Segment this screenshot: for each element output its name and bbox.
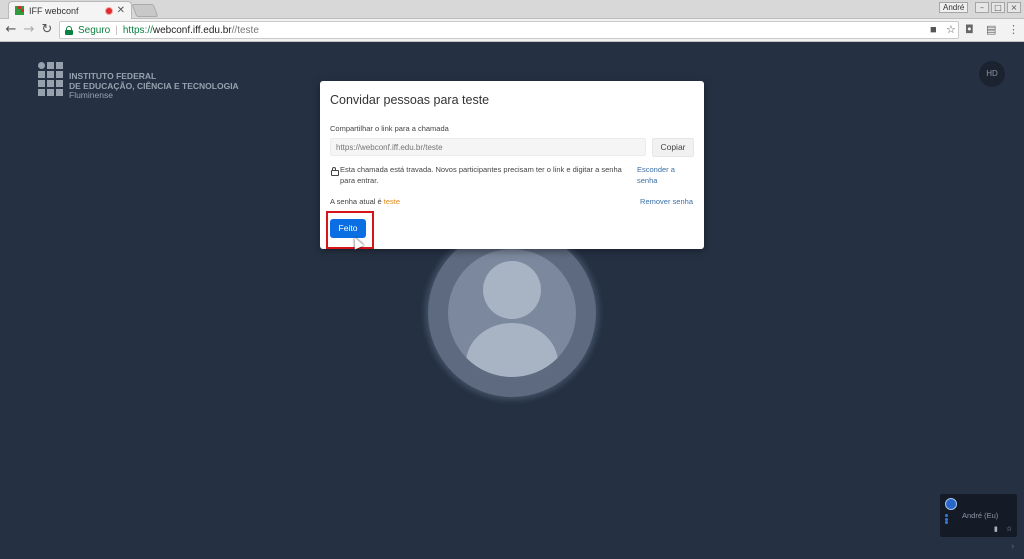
- star-icon[interactable]: ☆: [946, 24, 956, 36]
- current-password-line: A senha atual é teste: [330, 197, 400, 206]
- lock-icon: [331, 167, 339, 176]
- filmstrip-toggle-icon[interactable]: ›: [1011, 542, 1015, 552]
- browser-tab[interactable]: IFF webconf ✕: [8, 1, 132, 19]
- new-tab-button[interactable]: [131, 4, 159, 17]
- camera-off-icon: ▮: [994, 525, 998, 533]
- menu-icon[interactable]: ⋮: [1008, 23, 1019, 37]
- profile-button[interactable]: André: [939, 2, 969, 13]
- institution-logo: INSTITUTO FEDERAL DE EDUCAÇÃO, CIÊNCIA E…: [38, 62, 239, 101]
- url-protocol: https://: [122, 24, 153, 36]
- minimize-icon[interactable]: –: [975, 2, 989, 13]
- url-path: //teste: [231, 24, 259, 36]
- password-prefix: A senha atual é: [330, 197, 384, 206]
- locked-message: Esta chamada está travada. Novos partici…: [340, 165, 622, 185]
- password-value: teste: [383, 197, 401, 206]
- done-button[interactable]: Feito: [330, 219, 366, 238]
- logo-mark-icon: [38, 62, 63, 101]
- logo-line-3: Fluminense: [69, 90, 113, 100]
- back-icon[interactable]: ←: [3, 22, 19, 38]
- secure-label: Seguro: [78, 24, 111, 36]
- logo-text: INSTITUTO FEDERAL DE EDUCAÇÃO, CIÊNCIA E…: [69, 62, 239, 101]
- share-link-label: Compartilhar o link para a chamada: [330, 124, 449, 133]
- screenshot-icon[interactable]: ◘: [965, 23, 974, 37]
- url-host: webconf.iff.edu.br: [152, 24, 232, 36]
- thumbnail-name: André (Eu): [962, 511, 999, 520]
- avatar-icon: [448, 249, 576, 377]
- tab-close-icon[interactable]: ✕: [117, 5, 125, 16]
- hide-password-link[interactable]: Esconder a senha: [637, 165, 689, 186]
- favicon-icon: [15, 6, 24, 15]
- browser-toolbar: ← → ↻ Seguro | https:// webconf.iff.edu.…: [0, 19, 1024, 42]
- reload-icon[interactable]: ↻: [39, 22, 55, 38]
- browser-tab-bar: IFF webconf ✕ André – □ ×: [0, 0, 1024, 19]
- close-window-icon[interactable]: ×: [1007, 2, 1021, 13]
- copy-button[interactable]: Copiar: [652, 138, 694, 157]
- lock-icon: [65, 25, 73, 35]
- more-options-icon[interactable]: [945, 514, 948, 524]
- local-video-thumbnail[interactable]: André (Eu) ▮ ☆: [940, 494, 1017, 537]
- moderator-star-icon: ☆: [1006, 525, 1013, 533]
- extension-icon[interactable]: ▤: [986, 23, 996, 37]
- dialog-title: Convidar pessoas para teste: [330, 93, 490, 107]
- maximize-icon[interactable]: □: [991, 2, 1005, 13]
- large-avatar: [428, 229, 596, 397]
- url-separator: |: [115, 24, 118, 36]
- forward-icon[interactable]: →: [21, 22, 37, 38]
- remove-password-link[interactable]: Remover senha: [640, 197, 693, 206]
- audio-level-icon: [945, 498, 957, 510]
- invite-dialog: Convidar pessoas para teste Compartilhar…: [320, 81, 704, 249]
- address-bar[interactable]: Seguro | https:// webconf.iff.edu.br //t…: [59, 21, 959, 39]
- recording-icon: [105, 7, 112, 14]
- tab-title: IFF webconf: [29, 5, 79, 16]
- camera-icon[interactable]: ■: [930, 24, 937, 36]
- video-quality-badge[interactable]: HD: [979, 61, 1005, 87]
- share-link-input[interactable]: [330, 138, 646, 156]
